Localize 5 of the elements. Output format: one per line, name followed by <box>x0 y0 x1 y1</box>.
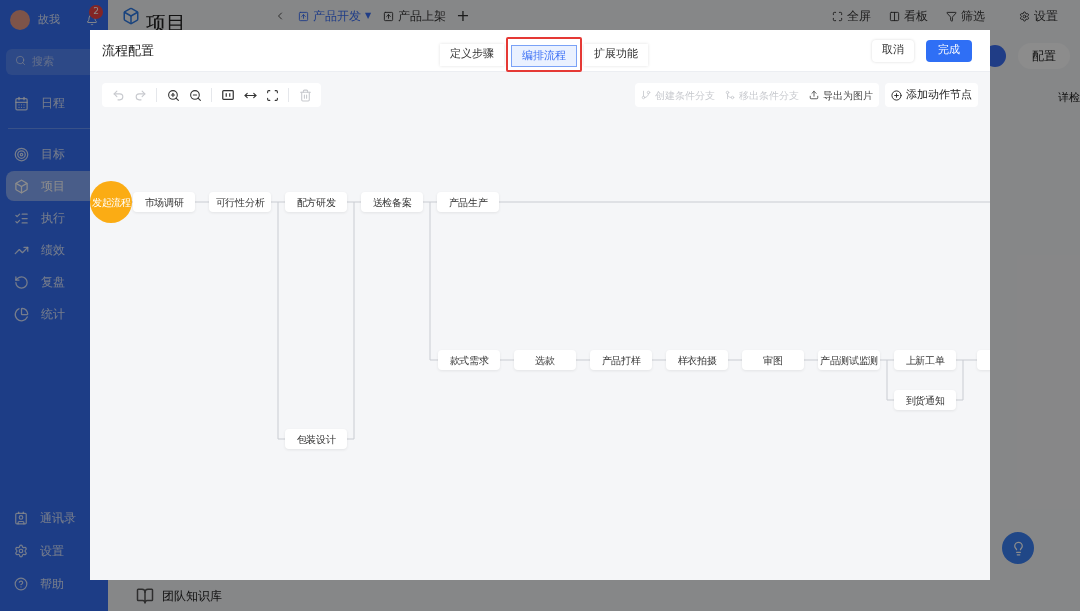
notification-badge: 2 <box>89 5 103 19</box>
dialog-title: 流程配置 <box>102 41 154 60</box>
column-title: 详检 <box>1058 90 1080 106</box>
caret-icon: ▼ <box>365 10 372 22</box>
user-name: 故我 <box>38 11 60 28</box>
